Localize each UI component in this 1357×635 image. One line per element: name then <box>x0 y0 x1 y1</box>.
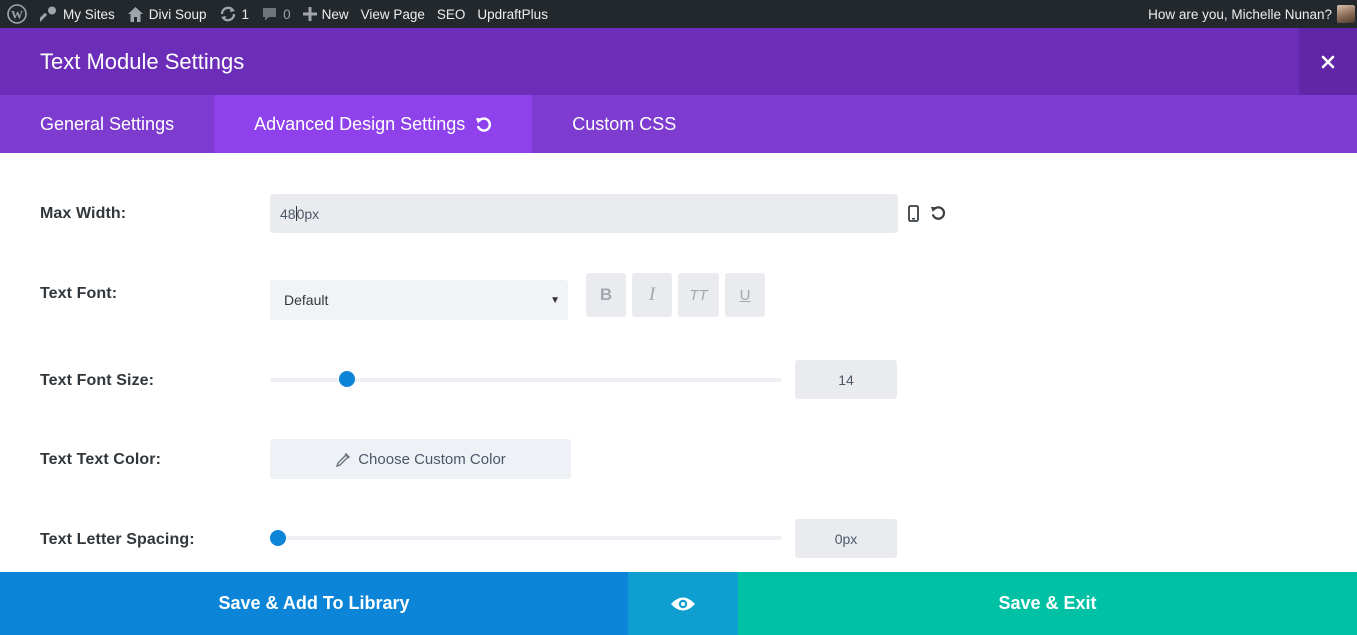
text-color-row: Text Text Color: Choose Custom Color <box>0 439 1357 479</box>
new-label: New <box>321 6 349 22</box>
view-page-link[interactable]: View Page <box>355 0 431 28</box>
italic-button[interactable]: I <box>632 273 672 317</box>
uppercase-button[interactable]: TT <box>678 273 719 317</box>
font-select-value: Default <box>284 292 329 308</box>
max-width-input[interactable]: 48 0px <box>270 194 898 233</box>
bold-button[interactable]: B <box>586 273 626 317</box>
text-cursor <box>295 206 297 221</box>
modal-header: Text Module Settings <box>0 28 1357 95</box>
font-size-label: Text Font Size: <box>40 372 155 389</box>
updates-menu[interactable]: 1 <box>213 0 256 28</box>
mobile-device-icon <box>907 204 919 222</box>
tab-general-settings[interactable]: General Settings <box>0 95 214 153</box>
refresh-icon <box>219 5 237 23</box>
my-sites-menu[interactable]: My Sites <box>34 0 121 28</box>
updraftplus-menu[interactable]: UpdraftPlus <box>471 0 554 28</box>
eyedropper-icon <box>335 451 352 468</box>
home-icon <box>127 6 144 23</box>
close-button[interactable] <box>1299 28 1357 95</box>
responsive-toggle-button[interactable] <box>906 204 920 222</box>
reset-icon[interactable] <box>475 116 492 133</box>
reset-max-width-button[interactable] <box>929 204 947 222</box>
letter-spacing-row: Text Letter Spacing: 0px <box>0 519 1357 559</box>
my-sites-label: My Sites <box>63 6 115 22</box>
wrench-icon <box>40 5 58 23</box>
tab-label: Advanced Design Settings <box>254 113 466 134</box>
input-value-start: 48 <box>280 205 296 222</box>
eye-icon <box>671 597 695 610</box>
font-select[interactable]: Default ▼ <box>270 280 568 320</box>
text-color-label: Text Text Color: <box>40 451 162 468</box>
modal-footer: Save & Add To Library Save & Exit <box>0 572 1357 635</box>
reset-icon <box>930 206 946 220</box>
updates-count: 1 <box>241 6 250 22</box>
save-add-to-library-button[interactable]: Save & Add To Library <box>0 572 628 635</box>
comments-menu[interactable]: 0 <box>255 0 297 28</box>
greeting-text: How are you, Michelle Nunan? <box>1148 6 1332 22</box>
comment-bubble-icon <box>261 6 278 22</box>
choose-color-button[interactable]: Choose Custom Color <box>270 439 571 479</box>
wordpress-logo-icon[interactable]: W <box>0 0 34 28</box>
max-width-label: Max Width: <box>40 205 127 222</box>
close-icon <box>1321 55 1335 68</box>
letter-spacing-label: Text Letter Spacing: <box>40 531 195 548</box>
svg-text:W: W <box>11 8 23 22</box>
admin-bar: W My Sites Divi Soup 1 0 New View Page S… <box>0 0 1357 28</box>
account-menu[interactable]: How are you, Michelle Nunan? <box>1142 0 1357 28</box>
max-width-row: Max Width: 48 0px <box>0 194 1357 234</box>
underline-button[interactable]: U <box>725 273 765 317</box>
site-name-label: Divi Soup <box>148 6 207 22</box>
modal-title: Text Module Settings <box>40 48 245 74</box>
letter-spacing-input[interactable]: 0px <box>795 519 897 558</box>
save-exit-button[interactable]: Save & Exit <box>738 572 1357 635</box>
site-name-menu[interactable]: Divi Soup <box>121 0 213 28</box>
comments-count: 0 <box>283 6 291 22</box>
font-size-row: Text Font Size: 14 <box>0 360 1357 400</box>
plus-icon <box>302 7 317 21</box>
preview-button[interactable] <box>628 572 738 635</box>
dropdown-arrow-icon: ▼ <box>550 295 560 306</box>
font-size-slider-handle[interactable] <box>339 371 356 387</box>
choose-color-label: Choose Custom Color <box>358 450 506 468</box>
tab-label: Custom CSS <box>572 113 677 134</box>
tab-custom-css[interactable]: Custom CSS <box>532 95 716 153</box>
text-font-row: Text Font: Default ▼ B I TT U <box>0 273 1357 321</box>
tab-label: General Settings <box>40 113 175 134</box>
letter-spacing-slider-handle[interactable] <box>270 530 286 546</box>
seo-menu[interactable]: SEO <box>431 0 472 28</box>
new-content-menu[interactable]: New <box>297 0 355 28</box>
text-font-label: Text Font: <box>40 285 118 302</box>
tab-advanced-design-settings[interactable]: Advanced Design Settings <box>214 95 533 153</box>
font-size-input[interactable]: 14 <box>795 360 897 399</box>
avatar <box>1337 5 1355 23</box>
settings-tabs: General Settings Advanced Design Setting… <box>0 95 1357 153</box>
input-value-end: 0px <box>296 205 320 222</box>
letter-spacing-slider-track[interactable] <box>270 536 782 540</box>
